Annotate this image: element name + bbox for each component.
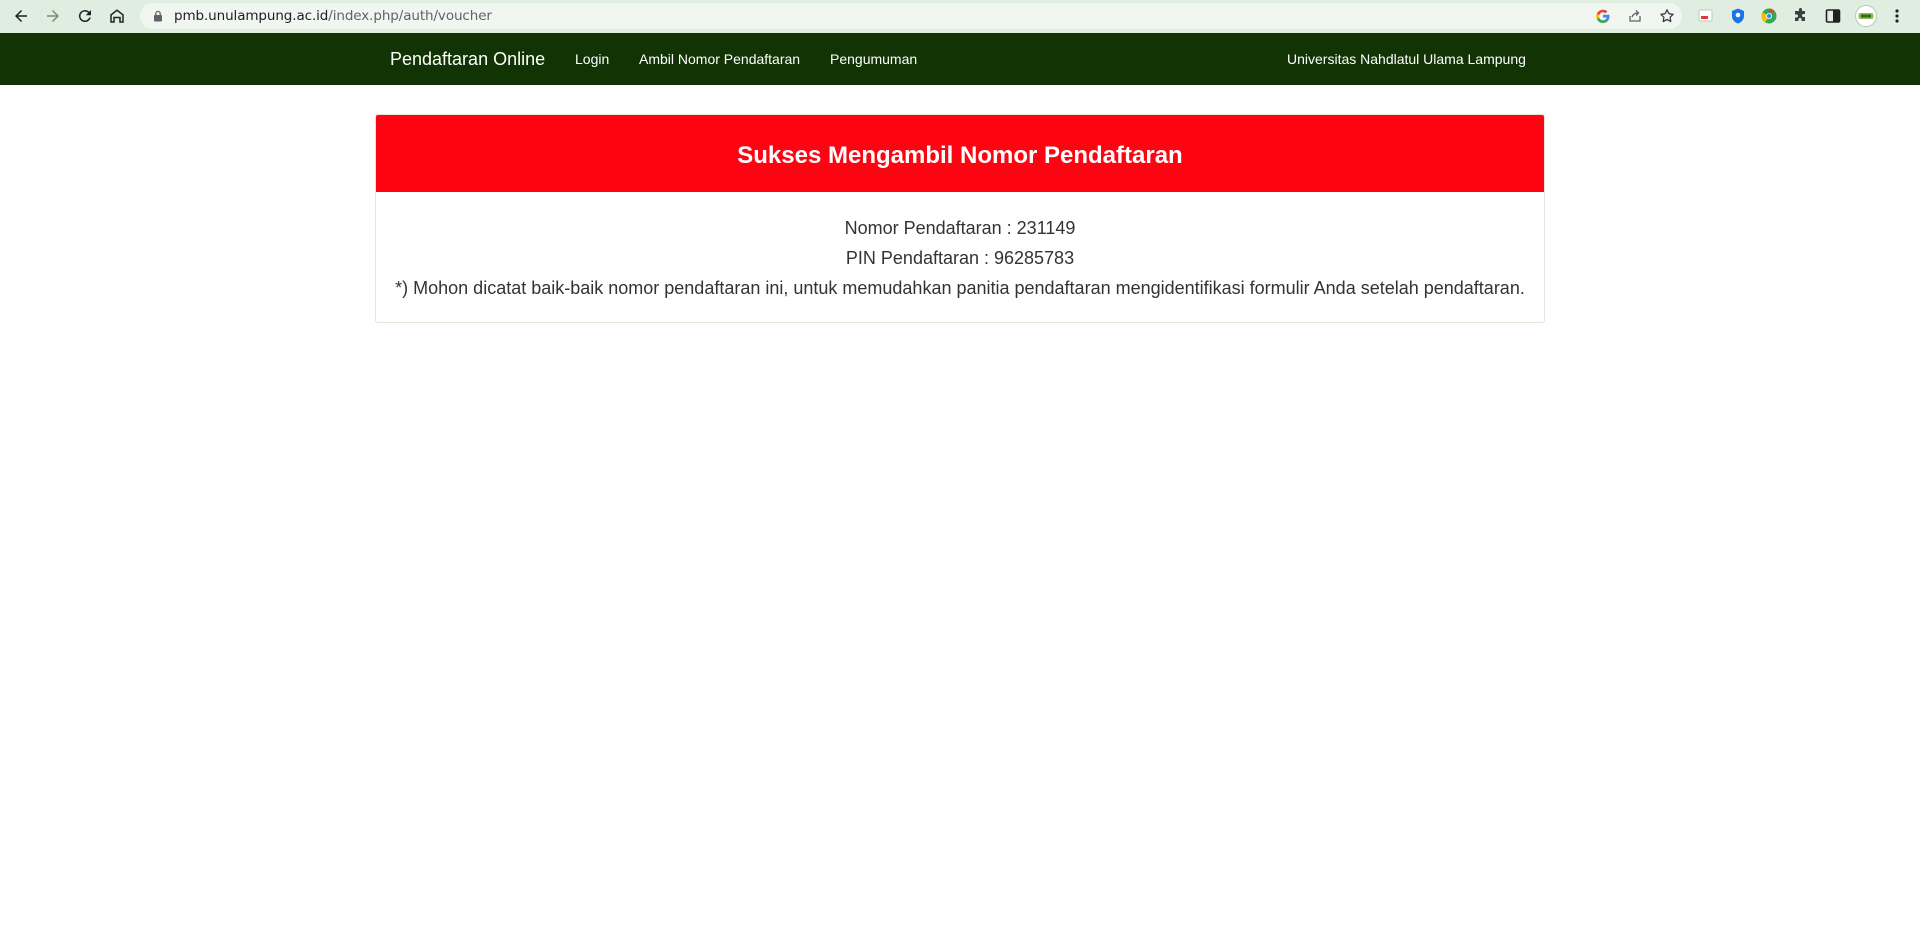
side-panel-icon[interactable]: [1824, 7, 1842, 25]
url-host: pmb.unulampung.ac.id: [174, 8, 329, 24]
nav-link-pengumuman[interactable]: Pengumuman: [830, 51, 917, 67]
nav-link-ambil-nomor[interactable]: Ambil Nomor Pendaftaran: [639, 51, 800, 67]
nav-link-login[interactable]: Login: [575, 51, 609, 67]
forward-icon[interactable]: [43, 6, 63, 26]
browser-toolbar: pmb.unulampung.ac.id/index.php/auth/vouc…: [0, 0, 1920, 33]
bookmark-star-icon[interactable]: [1659, 8, 1675, 24]
chrome-extension-icon[interactable]: [1760, 7, 1778, 25]
lock-icon[interactable]: [152, 10, 164, 22]
pdf-extension-icon[interactable]: [1697, 7, 1715, 25]
address-bar[interactable]: pmb.unulampung.ac.id/index.php/auth/vouc…: [140, 3, 1682, 29]
share-icon[interactable]: [1627, 8, 1643, 24]
profile-avatar-icon[interactable]: [1855, 5, 1877, 27]
back-icon[interactable]: [11, 6, 31, 26]
registration-pin: PIN Pendaftaran : 96285783: [845, 248, 1075, 268]
panel-heading: Sukses Mengambil Nomor Pendaftaran: [376, 115, 1544, 192]
home-icon[interactable]: [107, 6, 127, 26]
reload-icon[interactable]: [75, 6, 95, 26]
site-navbar: Pendaftaran Online Login Ambil Nomor Pen…: [0, 33, 1920, 85]
google-translate-icon[interactable]: [1595, 8, 1611, 24]
panel-title: Sukses Mengambil Nomor Pendaftaran: [737, 141, 1183, 169]
success-panel: Sukses Mengambil Nomor Pendaftaran Nomor…: [375, 114, 1545, 323]
registration-number: Nomor Pendaftaran : 231149: [844, 218, 1076, 238]
navbar-university-link[interactable]: Universitas Nahdlatul Ulama Lampung: [1287, 51, 1526, 67]
menu-kebab-icon[interactable]: [1888, 7, 1906, 25]
shield-extension-icon[interactable]: [1729, 7, 1747, 25]
panel-body: Nomor Pendaftaran : 231149 PIN Pendaftar…: [376, 192, 1544, 303]
url-path: /index.php/auth/voucher: [328, 8, 492, 24]
url-text[interactable]: pmb.unulampung.ac.id/index.php/auth/vouc…: [174, 8, 492, 24]
navbar-brand[interactable]: Pendaftaran Online: [390, 49, 545, 70]
registration-note: *) Mohon dicatat baik-baik nomor pendaft…: [395, 278, 1525, 298]
extensions-puzzle-icon[interactable]: [1792, 7, 1810, 25]
